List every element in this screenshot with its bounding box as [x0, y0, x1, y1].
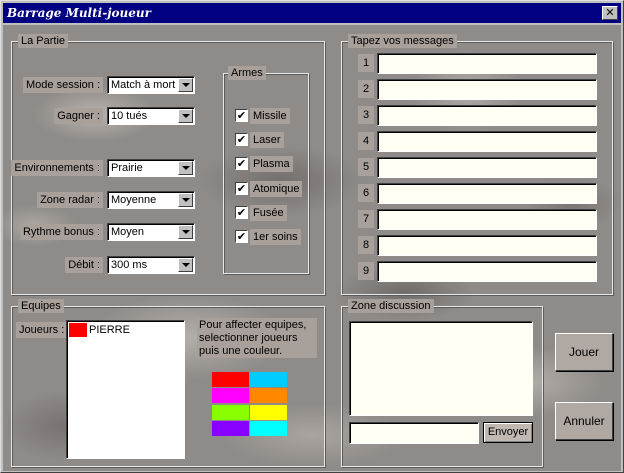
message-number: 2 [358, 80, 374, 98]
chevron-down-icon[interactable] [178, 161, 193, 175]
title-bar[interactable]: Barrage Multi-joueur ✕ [3, 3, 621, 23]
chat-input[interactable] [349, 422, 479, 444]
gagner-value: 10 tués [111, 110, 148, 122]
team-hint: Pour affecter equipes, selectionner joue… [197, 318, 317, 358]
send-button[interactable]: Envoyer [483, 422, 533, 443]
rythme-bonus-label: Rythme bonus : [19, 224, 103, 240]
checkbox-box[interactable]: ✔ [235, 182, 248, 195]
client-area: La Partie Mode session : Match à mort Ga… [3, 25, 621, 471]
checkbox-label: 1er soins [250, 229, 301, 245]
message-number: 1 [358, 54, 374, 72]
debit-value: 300 ms [111, 259, 148, 271]
zone-radar-value: Moyenne [111, 194, 157, 206]
players-list[interactable]: PIERRE [66, 320, 185, 459]
group-equipes-title: Equipes [18, 299, 64, 313]
color-swatch-red[interactable] [212, 372, 249, 387]
message-number: 4 [358, 132, 374, 150]
message-input-1[interactable] [377, 53, 597, 74]
checkbox-box[interactable]: ✔ [235, 206, 248, 219]
checkbox-label: Fusée [250, 205, 287, 221]
join-button[interactable]: Jouer [555, 333, 613, 371]
message-number: 5 [358, 158, 374, 176]
cancel-button-label: Annuler [563, 414, 605, 428]
color-swatch-cyan[interactable] [250, 372, 287, 387]
chevron-down-icon[interactable] [178, 225, 193, 239]
chevron-down-icon[interactable] [178, 109, 193, 123]
mode-session-label: Mode session : [23, 77, 103, 93]
message-number: 7 [358, 210, 374, 228]
message-input-4[interactable] [377, 131, 597, 152]
checkbox-label: Missile [250, 108, 290, 124]
message-input-8[interactable] [377, 235, 597, 256]
rythme-bonus-value: Moyen [111, 226, 145, 238]
zone-radar-select[interactable]: Moyenne [107, 191, 195, 209]
close-icon: ✕ [605, 6, 615, 19]
send-button-label: Envoyer [487, 426, 529, 438]
environnements-select[interactable]: Prairie [107, 159, 195, 177]
message-number: 3 [358, 106, 374, 124]
chat-log[interactable] [349, 321, 533, 416]
message-input-5[interactable] [377, 157, 597, 178]
color-swatch-magenta[interactable] [212, 388, 249, 403]
checkbox-box[interactable]: ✔ [235, 230, 248, 243]
environnements-value: Prairie [111, 162, 143, 174]
checkbox-label: Laser [250, 132, 284, 148]
debit-label: Débit : [65, 257, 103, 273]
message-input-9[interactable] [377, 261, 597, 282]
checkbox-label: Atomique [250, 181, 303, 197]
group-armes-title: Armes [228, 66, 266, 80]
debit-select[interactable]: 300 ms [107, 256, 195, 274]
message-input-2[interactable] [377, 79, 597, 100]
environnements-label: Environnements : [11, 160, 103, 176]
join-button-label: Jouer [568, 345, 600, 359]
zone-radar-label: Zone radar : [37, 192, 103, 208]
color-swatch-orange[interactable] [250, 388, 287, 403]
window: Barrage Multi-joueur ✕ La Partie Mode se… [0, 0, 624, 473]
rythme-bonus-select[interactable]: Moyen [107, 223, 195, 241]
color-swatch-purple[interactable] [212, 421, 249, 436]
group-messages-title: Tapez vos messages [348, 34, 457, 48]
group-discussion-title: Zone discussion [348, 299, 434, 313]
message-number: 6 [358, 184, 374, 202]
checkbox-label: Plasma [250, 156, 293, 172]
window-title: Barrage Multi-joueur [7, 6, 151, 20]
checkbox-box[interactable]: ✔ [235, 133, 248, 146]
mode-session-select[interactable]: Match à mort [107, 76, 195, 94]
color-swatch-yellow[interactable] [250, 405, 287, 420]
chevron-down-icon[interactable] [178, 193, 193, 207]
mode-session-value: Match à mort [111, 79, 176, 91]
group-partie-title: La Partie [18, 34, 69, 48]
message-input-3[interactable] [377, 105, 597, 126]
gagner-select[interactable]: 10 tués [107, 107, 195, 125]
player-name: PIERRE [89, 324, 130, 336]
color-swatch-lime[interactable] [212, 405, 249, 420]
chevron-down-icon[interactable] [178, 258, 193, 272]
close-button[interactable]: ✕ [602, 6, 618, 20]
checkbox-box[interactable]: ✔ [235, 157, 248, 170]
checkbox-box[interactable]: ✔ [235, 109, 248, 122]
joueurs-label: Joueurs : [16, 322, 68, 338]
color-swatch-aqua[interactable] [250, 421, 287, 436]
player-color-swatch [69, 323, 87, 337]
message-number: 9 [358, 262, 374, 280]
message-number: 8 [358, 236, 374, 254]
cancel-button[interactable]: Annuler [555, 402, 613, 440]
chevron-down-icon[interactable] [178, 78, 193, 92]
message-input-7[interactable] [377, 209, 597, 230]
gagner-label: Gagner : [54, 108, 103, 124]
message-input-6[interactable] [377, 183, 597, 204]
